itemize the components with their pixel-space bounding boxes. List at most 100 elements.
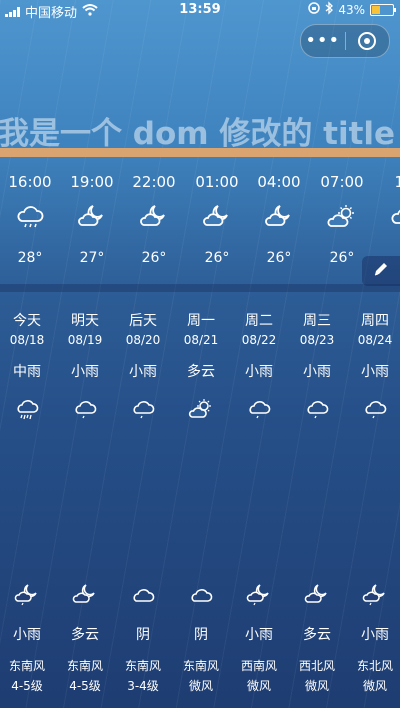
status-right: 43% bbox=[308, 1, 396, 17]
day-condition: 小雨 bbox=[245, 364, 273, 380]
day-date: 08/20 bbox=[125, 333, 161, 347]
moon-cloud-icon bbox=[288, 582, 346, 608]
wind-direction: 东南风 bbox=[8, 659, 45, 673]
wind-direction: 西南风 bbox=[240, 659, 277, 673]
hour-item: 07:00 26° bbox=[311, 172, 373, 266]
moon-cloud-icon bbox=[248, 202, 310, 236]
night-condition: 多云 bbox=[71, 627, 99, 643]
wind-level: 4-5级 bbox=[11, 679, 43, 693]
hour-time: 22:00 bbox=[132, 173, 176, 191]
pencil-icon bbox=[372, 260, 390, 282]
hour-temp: 27° bbox=[79, 250, 105, 266]
day-date: 08/23 bbox=[299, 333, 335, 347]
rotation-lock-icon bbox=[308, 2, 321, 17]
moon-cloud-icon bbox=[123, 202, 185, 236]
wind-direction: 东南风 bbox=[124, 659, 161, 673]
day-name: 后天 bbox=[129, 313, 157, 329]
wind-level: 4-5级 bbox=[69, 679, 101, 693]
day-name: 周二 bbox=[245, 313, 273, 329]
day-date: 08/19 bbox=[67, 333, 103, 347]
day-date: 08/18 bbox=[9, 333, 45, 347]
edit-button[interactable] bbox=[362, 256, 400, 286]
day-condition: 小雨 bbox=[71, 364, 99, 380]
hour-temp: 26° bbox=[204, 250, 230, 266]
night-column: 阴 东南风 3-4级 bbox=[114, 582, 172, 694]
night-condition: 小雨 bbox=[13, 627, 41, 643]
hour-temp: 26° bbox=[266, 250, 292, 266]
night-condition: 小雨 bbox=[245, 627, 273, 643]
moon-cloud-icon bbox=[61, 202, 123, 236]
hour-item: 19:00 27° bbox=[61, 172, 123, 266]
close-ring-icon bbox=[358, 32, 377, 50]
cloud-icon bbox=[373, 202, 400, 236]
wind-level: 微风 bbox=[188, 679, 213, 693]
section-divider bbox=[0, 284, 400, 292]
day-column: 明天 08/19 小雨 bbox=[56, 310, 114, 423]
hour-item: 01:00 26° bbox=[186, 172, 248, 266]
day-name: 今天 bbox=[13, 313, 41, 329]
hour-temp: 26° bbox=[141, 250, 167, 266]
night-column: 小雨 东南风 4-5级 bbox=[0, 582, 56, 694]
day-date: 08/22 bbox=[241, 333, 277, 347]
day-column: 后天 08/20 小雨 bbox=[114, 310, 172, 423]
hour-temp: 28° bbox=[17, 250, 43, 266]
day-name: 周一 bbox=[187, 313, 215, 329]
hour-item: 10 bbox=[373, 172, 400, 250]
night-column: 小雨 东北风 微风 bbox=[346, 582, 400, 694]
capsule-menu: ••• bbox=[300, 24, 390, 58]
title-underline bbox=[0, 148, 400, 157]
hour-item: 22:00 26° bbox=[123, 172, 185, 266]
night-column: 小雨 西南风 微风 bbox=[230, 582, 288, 694]
wind-level: 微风 bbox=[304, 679, 329, 693]
status-bar: 中国移动 13:59 43% bbox=[0, 0, 400, 21]
hour-time: 07:00 bbox=[320, 173, 364, 191]
wind-level: 微风 bbox=[246, 679, 271, 693]
sun-cloud-icon bbox=[172, 397, 230, 423]
wind-direction: 东南风 bbox=[66, 659, 103, 673]
night-condition: 小雨 bbox=[361, 627, 389, 643]
day-column: 今天 08/18 中雨 bbox=[0, 310, 56, 423]
moon-cloud-icon bbox=[56, 582, 114, 608]
moon-rain-icon bbox=[0, 582, 56, 608]
battery-icon bbox=[370, 3, 396, 16]
hour-time: 01:00 bbox=[195, 173, 239, 191]
day-column: 周二 08/22 小雨 bbox=[230, 310, 288, 423]
day-name: 明天 bbox=[71, 313, 99, 329]
cloud-rain-icon bbox=[230, 397, 288, 423]
hour-time: 16:00 bbox=[8, 173, 52, 191]
day-name: 周三 bbox=[303, 313, 331, 329]
cloud-heavy-rain-icon bbox=[0, 397, 56, 423]
moon-rain-icon bbox=[230, 582, 288, 608]
day-column: 周一 08/21 多云 bbox=[172, 310, 230, 423]
day-condition: 小雨 bbox=[129, 364, 157, 380]
day-condition: 中雨 bbox=[13, 364, 41, 380]
more-button[interactable]: ••• bbox=[301, 26, 345, 56]
night-column: 多云 西北风 微风 bbox=[288, 582, 346, 694]
day-column: 周四 08/24 小雨 bbox=[346, 310, 400, 423]
wind-level: 微风 bbox=[362, 679, 387, 693]
wind-direction: 东北风 bbox=[356, 659, 393, 673]
night-condition: 阴 bbox=[194, 627, 208, 643]
page-title: 我是一个 dom 修改的 title bbox=[0, 116, 396, 152]
day-condition: 小雨 bbox=[303, 364, 331, 380]
night-column: 阴 东南风 微风 bbox=[172, 582, 230, 694]
cloud-icon bbox=[114, 582, 172, 608]
wind-direction: 西北风 bbox=[298, 659, 335, 673]
hour-item: 16:00 28° bbox=[0, 172, 61, 266]
wind-direction: 东南风 bbox=[182, 659, 219, 673]
hour-item: 04:00 26° bbox=[248, 172, 310, 266]
night-condition: 多云 bbox=[303, 627, 331, 643]
day-condition: 小雨 bbox=[361, 364, 389, 380]
moon-rain-icon bbox=[346, 582, 400, 608]
night-condition: 阴 bbox=[136, 627, 150, 643]
cloud-rain-icon bbox=[0, 202, 61, 236]
cloud-rain-icon bbox=[346, 397, 400, 423]
cloud-rain-icon bbox=[56, 397, 114, 423]
close-button[interactable] bbox=[346, 32, 390, 50]
hourly-forecast[interactable]: 16:00 28° 19:00 27° 22:00 26° 01:00 26° … bbox=[0, 172, 400, 282]
wind-level: 3-4级 bbox=[127, 679, 159, 693]
battery-percent: 43% bbox=[338, 2, 365, 17]
bluetooth-icon bbox=[325, 1, 334, 17]
night-column: 多云 东南风 4-5级 bbox=[56, 582, 114, 694]
cloud-rain-icon bbox=[288, 397, 346, 423]
